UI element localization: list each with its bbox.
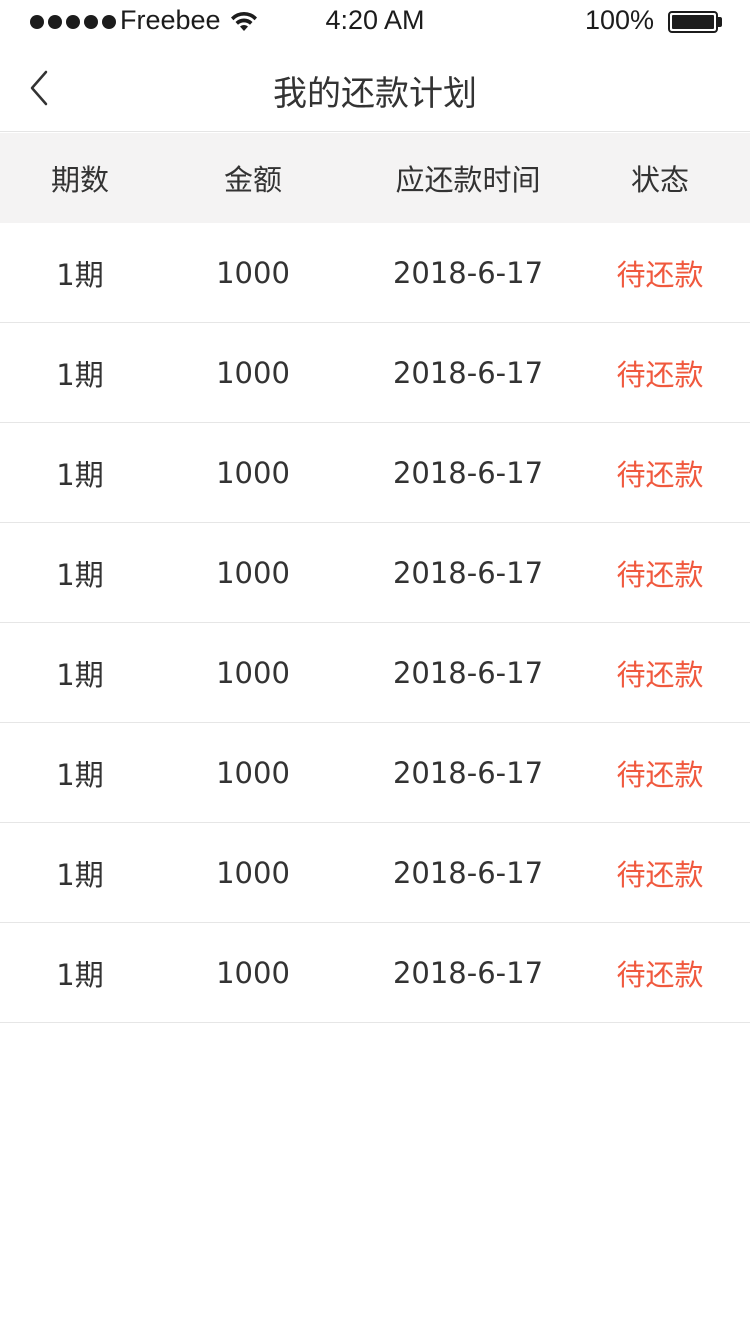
period-cell: 1期 [56,657,104,692]
amount-cell: 1000 [216,455,290,490]
table-row[interactable]: 1期 1000 2018-6-17 待还款 [0,523,750,623]
table-row[interactable]: 1期 1000 2018-6-17 待还款 [0,223,750,323]
due-date-cell: 2018-6-17 [392,855,544,890]
navigation-bar: 我的还款计划 [0,44,750,132]
period-cell: 1期 [56,957,104,992]
column-header-due-date: 应还款时间 [395,163,541,197]
amount-cell: 1000 [216,355,290,390]
due-date-cell: 2018-6-17 [392,755,544,790]
column-header-status: 状态 [630,163,689,197]
amount-cell: 1000 [216,855,290,890]
due-date-cell: 2018-6-17 [392,455,544,490]
status-cell: 待还款 [616,257,704,292]
status-cell: 待还款 [616,957,704,992]
status-cell: 待还款 [616,557,704,592]
repayment-list: 1期 1000 2018-6-17 待还款 1期 1000 2018-6-17 … [0,223,750,1023]
status-cell: 待还款 [616,357,704,392]
amount-cell: 1000 [216,655,290,690]
period-cell: 1期 [56,257,104,292]
table-row[interactable]: 1期 1000 2018-6-17 待还款 [0,723,750,823]
period-cell: 1期 [56,557,104,592]
period-cell: 1期 [56,457,104,492]
table-row[interactable]: 1期 1000 2018-6-17 待还款 [0,423,750,523]
due-date-cell: 2018-6-17 [392,955,544,990]
amount-cell: 1000 [216,555,290,590]
status-bar: Freebee 4:20 AM 100% [0,0,750,44]
amount-cell: 1000 [216,955,290,990]
table-header: 期数 金额 应还款时间 状态 [0,133,750,223]
period-cell: 1期 [56,857,104,892]
status-cell: 待还款 [616,757,704,792]
table-row[interactable]: 1期 1000 2018-6-17 待还款 [0,923,750,1023]
battery-icon [668,11,718,33]
status-cell: 待还款 [616,857,704,892]
due-date-cell: 2018-6-17 [392,355,544,390]
battery-percentage: 100% [584,5,654,35]
period-cell: 1期 [56,757,104,792]
battery-tip [718,17,722,27]
status-cell: 待还款 [616,457,704,492]
due-date-cell: 2018-6-17 [392,555,544,590]
table-row[interactable]: 1期 1000 2018-6-17 待还款 [0,623,750,723]
column-header-amount: 金额 [223,163,282,197]
amount-cell: 1000 [216,255,290,290]
amount-cell: 1000 [216,755,290,790]
table-row[interactable]: 1期 1000 2018-6-17 待还款 [0,323,750,423]
table-row[interactable]: 1期 1000 2018-6-17 待还款 [0,823,750,923]
due-date-cell: 2018-6-17 [392,655,544,690]
due-date-cell: 2018-6-17 [392,255,544,290]
column-header-period: 期数 [50,163,109,197]
status-cell: 待还款 [616,657,704,692]
page-title: 我的还款计划 [273,74,477,114]
period-cell: 1期 [56,357,104,392]
